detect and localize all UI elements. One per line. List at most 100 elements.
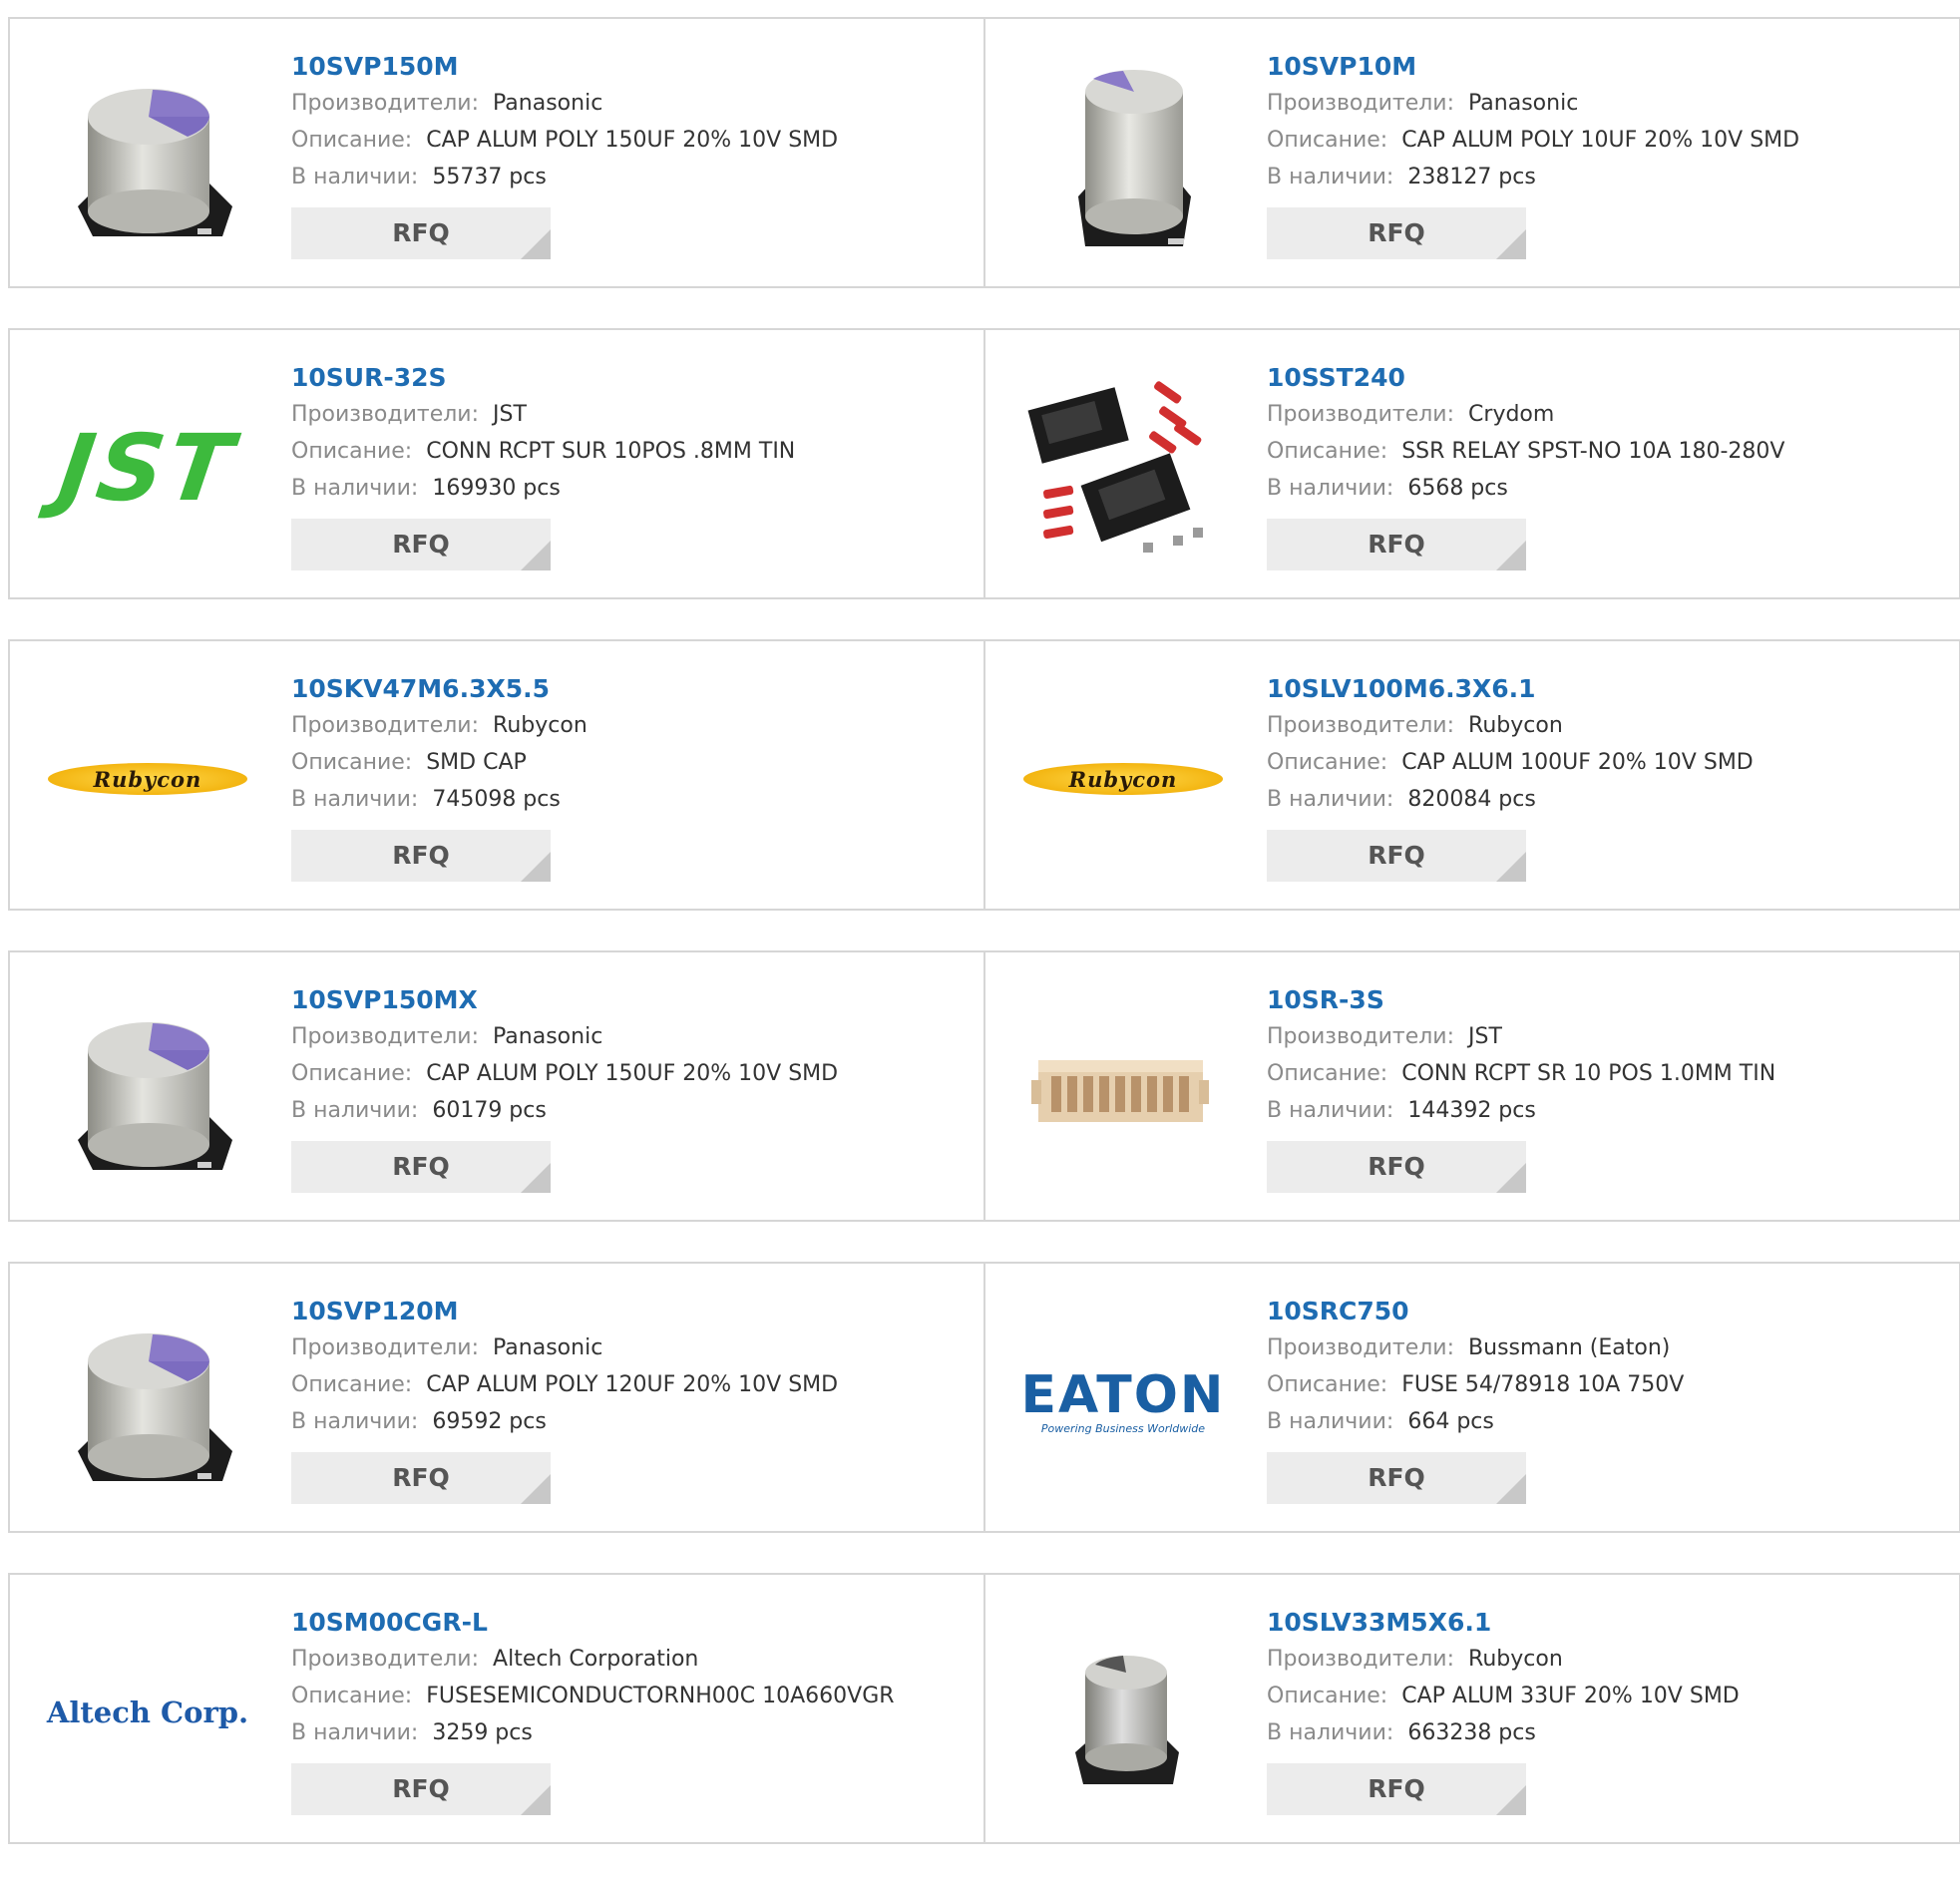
description-value: SMD CAP (426, 750, 527, 775)
description-label: Описание: (1267, 750, 1388, 775)
stock-value: 664 pcs (1407, 1409, 1494, 1434)
rfq-button[interactable]: RFQ (1267, 519, 1526, 570)
product-info: 10SM00CGR-L Производители: Altech Corporat… (291, 1605, 895, 1815)
rfq-button[interactable]: RFQ (1267, 1141, 1526, 1193)
manufacturer-value: Panasonic (493, 1335, 603, 1360)
product-thumbnail[interactable]: JST (48, 368, 247, 567)
stock-value: 169930 pcs (432, 476, 561, 501)
description-value: CAP ALUM 33UF 20% 10V SMD (1401, 1684, 1740, 1708)
description-value: CONN RCPT SUR 10POS .8MM TIN (426, 439, 796, 464)
product-thumbnail[interactable] (1023, 368, 1223, 567)
part-number-link[interactable]: 10SLV33M5X6.1 (1267, 1605, 1740, 1641)
description: Описание: CAP ALUM POLY 150UF 20% 10V SMD (291, 1055, 838, 1092)
description-value: CAP ALUM POLY 150UF 20% 10V SMD (426, 1061, 839, 1086)
stock: В наличии: 664 pcs (1267, 1403, 1684, 1440)
manufacturer-value: Panasonic (1468, 91, 1579, 116)
manufacturer-value: Panasonic (493, 1024, 603, 1049)
product-thumbnail[interactable] (48, 990, 247, 1190)
manufacturer: Производители: Panasonic (291, 1329, 838, 1366)
product-thumbnail[interactable]: Rubycon (1023, 679, 1223, 879)
manufacturer-label: Производители: (1267, 1335, 1455, 1360)
stock-label: В наличии: (1267, 1409, 1394, 1434)
part-number-link[interactable]: 10SST240 (1267, 360, 1784, 396)
product-row: Altech Corp. 10SM00CGR-L Производители: Alt… (8, 1573, 1960, 1844)
stock-value: 238127 pcs (1407, 165, 1536, 189)
stock: В наличии: 60179 pcs (291, 1092, 838, 1129)
part-number-link[interactable]: 10SVP150M (291, 49, 838, 85)
jst-logo: JST (52, 414, 243, 522)
description-label: Описание: (291, 128, 413, 153)
manufacturer-label: Производители: (291, 1335, 480, 1360)
stock-value: 663238 pcs (1407, 1720, 1536, 1745)
part-number-link[interactable]: 10SRC750 (1267, 1294, 1684, 1329)
manufacturer: Производители: Panasonic (291, 1018, 838, 1055)
description-value: CONN RCPT SR 10 POS 1.0MM TIN (1401, 1061, 1776, 1086)
description-label: Описание: (1267, 128, 1388, 153)
rfq-button[interactable]: RFQ (291, 1141, 551, 1193)
description-label: Описание: (291, 439, 413, 464)
manufacturer-label: Производители: (291, 402, 480, 427)
stock: В наличии: 745098 pcs (291, 781, 588, 818)
rubycon-logo: Rubycon (1023, 763, 1223, 795)
part-number-link[interactable]: 10SM00CGR-L (291, 1605, 895, 1641)
part-number-link[interactable]: 10SVP150MX (291, 982, 838, 1018)
product-info: 10SVP120M Производители: Panasonic Описание… (291, 1294, 838, 1504)
description-label: Описание: (1267, 1372, 1388, 1397)
rfq-button[interactable]: RFQ (291, 1452, 551, 1504)
part-number-link[interactable]: 10SLV100M6.3X6.1 (1267, 671, 1754, 707)
part-number-link[interactable]: 10SVP120M (291, 1294, 838, 1329)
description: Описание: CONN RCPT SR 10 POS 1.0MM TIN (1267, 1055, 1775, 1092)
product-info: 10SVP150MX Производители: Panasonic Описани… (291, 982, 838, 1193)
product-card: 10SVP10M Производители: Panasonic Описание:… (983, 19, 1960, 286)
rfq-button[interactable]: RFQ (1267, 1452, 1526, 1504)
part-number-link[interactable]: 10SKV47M6.3X5.5 (291, 671, 588, 707)
stock: В наличии: 144392 pcs (1267, 1092, 1775, 1129)
rfq-button[interactable]: RFQ (1267, 1763, 1526, 1815)
product-card: Rubycon 10SKV47M6.3X5.5 Производители: Ruby… (8, 641, 983, 909)
manufacturer: Производители: JST (291, 396, 795, 433)
description: Описание: CAP ALUM 100UF 20% 10V SMD (1267, 744, 1754, 781)
product-info: 10SR-3S Производители: JST Описание: CONN RC… (1267, 982, 1775, 1193)
stock-value: 60179 pcs (432, 1098, 547, 1123)
stock-value: 745098 pcs (432, 787, 561, 812)
part-number-link[interactable]: 10SUR-32S (291, 360, 795, 396)
rfq-button[interactable]: RFQ (291, 519, 551, 570)
rfq-button[interactable]: RFQ (291, 207, 551, 259)
description-value: FUSESEMICONDUCTORNH00C 10A660VGR (426, 1684, 895, 1708)
capacitor-image (78, 1333, 232, 1481)
stock-label: В наличии: (1267, 1098, 1394, 1123)
stock: В наличии: 238127 pcs (1267, 159, 1799, 195)
description-value: CAP ALUM POLY 150UF 20% 10V SMD (426, 128, 839, 153)
product-info: 10SLV33M5X6.1 Производители: Rubycon Описан… (1267, 1605, 1740, 1815)
stock-label: В наличии: (1267, 1720, 1394, 1745)
stock-value: 144392 pcs (1407, 1098, 1536, 1123)
part-number-link[interactable]: 10SR-3S (1267, 982, 1775, 1018)
product-thumbnail[interactable]: Rubycon (48, 679, 247, 879)
stock-label: В наличии: (1267, 787, 1394, 812)
product-thumbnail[interactable] (48, 1302, 247, 1501)
manufacturer: Производители: Bussmann (Eaton) (1267, 1329, 1684, 1366)
manufacturer: Производители: Rubycon (1267, 1641, 1740, 1678)
stock: В наличии: 169930 pcs (291, 470, 795, 507)
relay-kit-image (1027, 381, 1203, 553)
part-number-link[interactable]: 10SVP10M (1267, 49, 1799, 85)
description: Описание: CAP ALUM POLY 120UF 20% 10V SMD (291, 1366, 838, 1403)
product-thumbnail[interactable] (1023, 57, 1223, 256)
manufacturer-value: Rubycon (1468, 713, 1563, 738)
manufacturer-value: Altech Corporation (493, 1647, 699, 1672)
product-thumbnail[interactable]: Altech Corp. (47, 1613, 248, 1812)
rfq-button[interactable]: RFQ (291, 830, 551, 882)
rfq-button[interactable]: RFQ (291, 1763, 551, 1815)
stock-label: В наличии: (291, 1098, 419, 1123)
product-thumbnail[interactable] (48, 57, 247, 256)
product-info: 10SLV100M6.3X6.1 Производители: Rubycon Опи… (1267, 671, 1754, 882)
rfq-button[interactable]: RFQ (1267, 830, 1526, 882)
stock-label: В наличии: (1267, 476, 1394, 501)
manufacturer: Производители: Rubycon (1267, 707, 1754, 744)
description: Описание: SMD CAP (291, 744, 588, 781)
product-thumbnail[interactable] (1023, 990, 1223, 1190)
product-thumbnail[interactable]: EATON Powering Business Worldwide (1021, 1302, 1224, 1501)
product-thumbnail[interactable] (1023, 1613, 1223, 1812)
rfq-button[interactable]: RFQ (1267, 207, 1526, 259)
product-card: Rubycon 10SLV100M6.3X6.1 Производители: Rub… (983, 641, 1960, 909)
